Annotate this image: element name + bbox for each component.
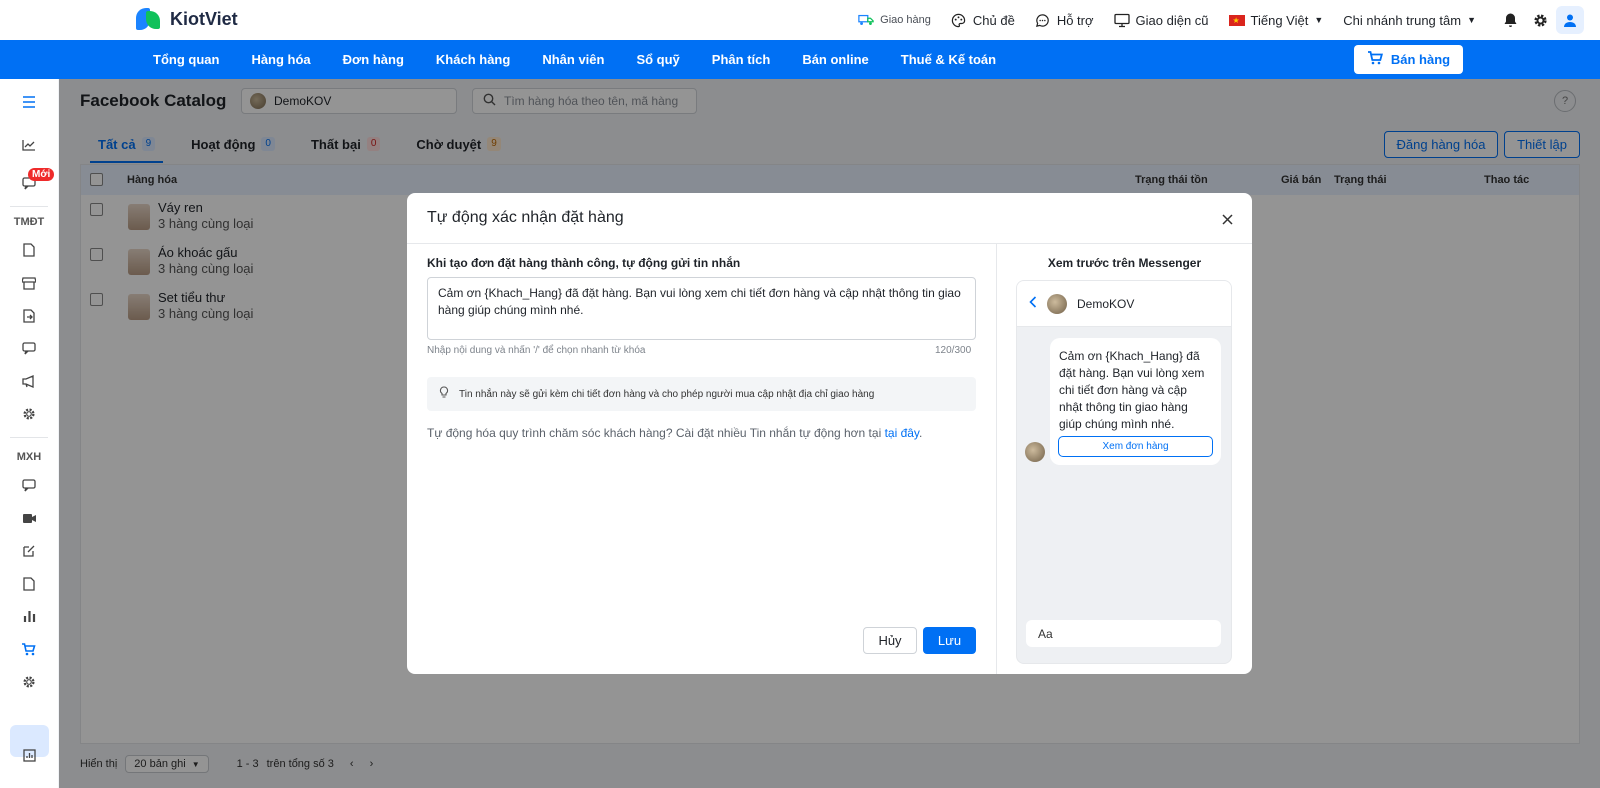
dialog-title: Tự động xác nhận đặt hàng (427, 209, 624, 226)
sidebar: Mới TMĐT MXH (0, 79, 58, 788)
monitor-icon (1113, 12, 1130, 28)
back-arrow-icon (1029, 296, 1037, 311)
chat-bubble-icon (1035, 12, 1051, 28)
theme-label: Chủ đề (972, 12, 1015, 28)
preview-header: DemoKOV (1017, 281, 1231, 327)
divider (10, 437, 48, 438)
nav-item-analytics[interactable]: Phân tích (696, 52, 787, 67)
vietnam-flag-icon (1228, 14, 1245, 26)
automation-text: Tự động hóa quy trình chăm sóc khách hàn… (427, 426, 882, 440)
sell-button[interactable]: Bán hàng (1354, 45, 1463, 74)
divider (996, 243, 997, 674)
support-label: Hỗ trợ (1056, 12, 1094, 28)
divider (10, 206, 48, 207)
menu-icon[interactable] (17, 90, 41, 114)
old-ui-link[interactable]: Giao diện cũ (1113, 12, 1209, 28)
language-select[interactable]: Tiếng Việt ▼ (1228, 12, 1324, 28)
nav-item-orders[interactable]: Đơn hàng (327, 52, 420, 67)
report-icon[interactable] (17, 743, 41, 767)
comment-icon[interactable] (17, 336, 41, 360)
info-text: Tin nhắn này sẽ gửi kèm chi tiết đơn hàn… (459, 388, 875, 400)
file-icon[interactable] (17, 572, 41, 596)
document-icon[interactable] (17, 238, 41, 262)
page-avatar (1047, 293, 1067, 314)
divider (407, 243, 1252, 244)
info-note: Tin nhắn này sẽ gửi kèm chi tiết đơn hàn… (427, 377, 976, 411)
save-button[interactable]: Lưu (923, 627, 976, 654)
nav-item-cashbook[interactable]: Sổ quỹ (620, 52, 695, 67)
branch-select[interactable]: Chi nhánh trung tâm ▼ (1343, 13, 1476, 28)
automation-promo: Tự động hóa quy trình chăm sóc khách hàn… (427, 426, 923, 440)
sender-avatar (1025, 442, 1045, 462)
new-badge: Mới (28, 168, 55, 181)
chevron-down-icon: ▼ (1467, 15, 1476, 25)
delivery-label: Giao hàng (880, 14, 931, 26)
preview-message: Cảm ơn {Khach_Hang} đã đặt hàng. Bạn vui… (1059, 349, 1205, 431)
messenger-preview: DemoKOV Cảm ơn {Khach_Hang} đã đặt hàng.… (1016, 280, 1232, 664)
video-icon[interactable] (17, 506, 41, 530)
nav-item-tax-accounting[interactable]: Thuế & Kế toán (885, 52, 1012, 67)
view-order-button: Xem đơn hàng (1058, 436, 1213, 457)
branch-label: Chi nhánh trung tâm (1343, 12, 1462, 28)
cancel-button[interactable]: Hủy (863, 627, 917, 654)
delivery-link[interactable]: Giao hàng (858, 12, 931, 28)
lightbulb-icon (439, 386, 449, 402)
sell-button-label: Bán hàng (1390, 52, 1451, 67)
preview-title: Xem trước trên Messenger (1047, 256, 1202, 270)
shopping-basket-icon[interactable] (17, 637, 41, 661)
truck-icon (858, 12, 874, 28)
preview-page-name: DemoKOV (1077, 296, 1135, 311)
section-social-label: MXH (16, 451, 42, 463)
import-icon[interactable] (17, 304, 41, 328)
logo-text: KiotViet (170, 8, 238, 29)
settings-icon[interactable] (17, 402, 41, 426)
settings-icon[interactable] (17, 670, 41, 694)
old-ui-label: Giao diện cũ (1135, 12, 1209, 28)
support-link[interactable]: Hỗ trợ (1035, 12, 1094, 28)
nav-item-overview[interactable]: Tổng quan (137, 52, 235, 67)
chevron-down-icon: ▼ (1314, 15, 1324, 25)
char-counter: 120/300 (935, 345, 972, 356)
gear-icon[interactable] (1526, 6, 1554, 34)
keyword-hint: Nhập nội dung và nhấn '/' để chọn nhanh … (427, 345, 646, 356)
language-label: Tiếng Việt (1250, 12, 1309, 28)
logo[interactable]: KiotViet (136, 6, 238, 32)
preview-input: Aa (1026, 620, 1221, 647)
nav-item-products[interactable]: Hàng hóa (235, 52, 326, 67)
nav-item-employees[interactable]: Nhân viên (526, 52, 620, 67)
section-ecommerce-label: TMĐT (13, 216, 45, 228)
nav-item-customers[interactable]: Khách hàng (420, 52, 526, 67)
kiotviet-logo-icon (136, 6, 162, 32)
message-bubble: Cảm ơn {Khach_Hang} đã đặt hàng. Bạn vui… (1050, 338, 1221, 465)
message-textarea[interactable]: Cảm ơn {Khach_Hang} đã đặt hàng. Bạn vui… (427, 277, 976, 340)
auto-confirm-order-dialog: Tự động xác nhận đặt hàng Khi tạo đơn đặ… (407, 193, 1252, 674)
top-bar: KiotViet Giao hàng Chủ đề Hỗ trợ Giao di… (0, 0, 1600, 40)
bar-chart-icon[interactable] (17, 604, 41, 628)
automation-link[interactable]: tại đây (885, 426, 919, 440)
theme-link[interactable]: Chủ đề (951, 12, 1015, 28)
megaphone-icon[interactable] (17, 369, 41, 393)
message-field-label: Khi tạo đơn đặt hàng thành công, tự động… (427, 256, 741, 270)
cart-icon (1367, 51, 1383, 68)
chat-icon[interactable] (17, 473, 41, 497)
nav-item-online-sales[interactable]: Bán online (786, 52, 884, 67)
close-icon[interactable] (1215, 207, 1239, 231)
user-avatar-icon[interactable] (1556, 6, 1584, 34)
palette-icon (951, 12, 967, 28)
bell-icon[interactable] (1496, 6, 1524, 34)
edit-icon[interactable] (17, 539, 41, 563)
store-icon[interactable] (17, 271, 41, 295)
chart-line-icon[interactable] (17, 133, 41, 157)
